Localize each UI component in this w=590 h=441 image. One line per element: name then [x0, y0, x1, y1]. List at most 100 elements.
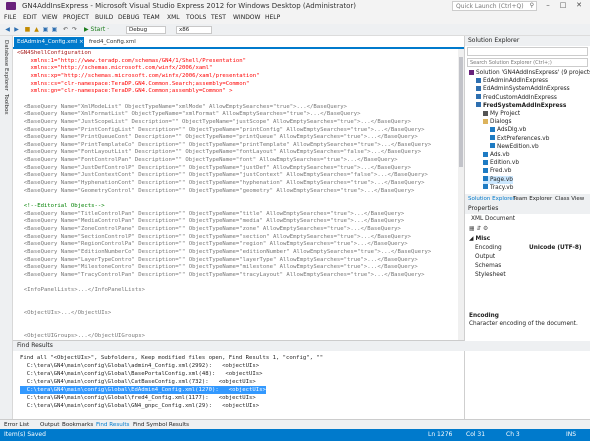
tab-fred4-config[interactable]: fred4_Config.xml [86, 37, 138, 47]
solution-tree-label: Page.vb [490, 176, 513, 183]
quick-launch-placeholder: Quick Launch (Ctrl+Q) [456, 3, 524, 10]
status-char: Ch 3 [506, 431, 520, 438]
code-line[interactable]: <BaseQuery Name="TracyControlPan" Descri… [17, 271, 425, 279]
solution-tree-item[interactable]: Fred.vb [483, 167, 511, 175]
redo-icon[interactable]: ↷ [71, 26, 78, 33]
menu-file[interactable]: FILE [4, 14, 16, 21]
code-line[interactable]: xmlns:gn="clr-namespace:TeraDP.GN4.Commo… [17, 87, 232, 95]
solution-tree-item[interactable]: EdAdminAddInExpress [476, 77, 548, 85]
code-line[interactable]: <ObjectUIs>...</ObjectUIs> [17, 309, 112, 317]
solution-tree-item[interactable]: AdsDlg.vb [490, 126, 526, 134]
menu-project[interactable]: PROJECT [63, 14, 89, 21]
close-button[interactable]: ✕ [572, 1, 586, 10]
vb-file-icon [490, 143, 495, 149]
solution-explorer-toolbar [467, 47, 588, 56]
start-button[interactable]: ▶ Start · [84, 26, 109, 33]
menu-help[interactable]: HELP [265, 14, 280, 21]
vb-file-icon [483, 176, 488, 182]
find-result-line[interactable]: C:\tera\GN4\main\config\Global\admin4_Co… [20, 362, 259, 370]
close-tab-icon[interactable]: × [79, 39, 84, 45]
toolbox-tab[interactable]: Toolbox [3, 94, 9, 115]
visual-studio-logo-icon [6, 2, 16, 10]
solution-explorer-title: Solution Explorer [468, 37, 520, 44]
property-name: Output [475, 254, 496, 260]
save-icon[interactable]: ▣ [42, 26, 49, 33]
tab-team-explorer[interactable]: Team Explorer [513, 194, 552, 204]
solution-tree-label: Edition.vb [490, 160, 520, 167]
forward-icon[interactable]: ▶ [13, 26, 20, 33]
quick-launch-input[interactable]: Quick Launch (Ctrl+Q) ⚲ [452, 1, 537, 11]
find-results-header: Find Results [13, 341, 590, 351]
solution-tree-item[interactable]: Edition.vb [483, 159, 519, 167]
tab-class-view[interactable]: Class View [555, 194, 584, 204]
description-text: Character encoding of the document. [469, 321, 578, 327]
category-misc[interactable]: ◢ Misc [469, 235, 490, 244]
solution-tree-item[interactable]: EdAdminSystemAddInExpress [476, 85, 570, 93]
code-line[interactable]: <InfoPanelLists>...</InfoPanelLists> [17, 286, 145, 294]
tab-label: fred4_Config.xml [89, 39, 136, 45]
solution-tree-item[interactable]: FredCustomAddInExpress [476, 94, 557, 102]
database-explorer-tab[interactable]: Database Explorer [3, 40, 9, 91]
property-name: Schemas [475, 263, 502, 269]
solution-tree-item[interactable]: My Project [483, 110, 520, 118]
menu-view[interactable]: VIEW [42, 14, 58, 21]
solution-tree-label: ExtPreferences.vb [497, 135, 550, 142]
find-result-line[interactable]: Find all "<ObjectUIs>", Subfolders, Keep… [20, 354, 323, 362]
solution-tree-item[interactable]: Solution 'GN4AddInsExpress' (9 projects) [469, 69, 590, 77]
platform-dropdown[interactable]: x86 [176, 26, 212, 34]
open-file-icon[interactable]: ▲ [33, 26, 40, 33]
menu-edit[interactable]: EDIT [23, 14, 37, 21]
category-label: Misc [475, 236, 491, 242]
find-result-line[interactable]: C:\tera\GN4\main\config\Global\GN4_gnpc_… [20, 402, 259, 410]
find-result-line[interactable]: C:\tera\GN4\main\config\Global\BasePorta… [20, 370, 263, 378]
undo-icon[interactable]: ↶ [62, 26, 69, 33]
scrollbar-thumb[interactable] [459, 57, 463, 167]
solution-tree-item[interactable]: FredSystemAddInExpress [476, 102, 566, 110]
solution-tree-label: FredSystemAddInExpress [483, 102, 567, 109]
back-icon[interactable]: ◀ [4, 26, 11, 33]
properties-panel: XML Document ▦ ⇵ ⚙ ◢ Misc Encoding Chara… [465, 214, 590, 340]
find-result-line[interactable]: C:\tera\GN4\main\config\Global\fred4_Con… [20, 394, 256, 402]
bottom-tab-strip: Error List Output Bookmarks Find Results… [0, 419, 590, 429]
find-result-line[interactable]: C:\tera\GN4\main\config\Global\CatBaseCo… [20, 378, 256, 386]
vb-file-icon [490, 126, 495, 132]
find-result-line[interactable]: C:\tera\GN4\main\config\Global\EdAdmin4_… [20, 386, 266, 394]
vb-file-icon [490, 135, 495, 141]
solution-search-input[interactable]: Search Solution Explorer (Ctrl+;) [467, 58, 588, 67]
property-value[interactable]: Unicode (UTF-8) [529, 244, 582, 253]
solution-tree-item[interactable]: Dialogs [483, 118, 511, 126]
solution-tree-item[interactable]: ExtPreferences.vb [490, 135, 549, 143]
folder-icon [483, 118, 488, 124]
solution-explorer-tabs: Solution Explorer Team Explorer Class Vi… [465, 194, 590, 204]
properties-title: Properties [468, 205, 499, 212]
status-mode: INS [566, 431, 577, 438]
solution-tree-item[interactable]: Ads.vb [483, 151, 510, 159]
wrench-icon [483, 110, 488, 116]
solution-tree-item[interactable]: Tracy.vb [483, 184, 513, 192]
solution-tree: Solution 'GN4AddInsExpress' (9 projects)… [465, 69, 590, 194]
configuration-dropdown[interactable]: Debug [126, 26, 166, 34]
menu-team[interactable]: TEAM [143, 14, 160, 21]
project-icon [476, 77, 481, 83]
solution-explorer-header: Solution Explorer [465, 36, 590, 46]
menu-test[interactable]: TEST [211, 14, 226, 21]
vb-file-icon [483, 167, 488, 173]
code-line[interactable]: <BaseQuery Name="GeometryControl" Descri… [17, 187, 415, 195]
menu-xml[interactable]: XML [167, 14, 180, 21]
menu-tools[interactable]: TOOLS [186, 14, 206, 21]
solution-tree-item[interactable]: NewEdition.vb [490, 143, 539, 151]
maximize-button[interactable]: □ [556, 1, 570, 10]
code-area[interactable]: <GN4ShellConfiguration xmlns:1="http://w… [17, 49, 464, 340]
save-all-icon[interactable]: ▣ [51, 26, 58, 33]
project-icon [476, 102, 481, 108]
solution-tree-item[interactable]: Page.vb [483, 175, 513, 184]
menu-build[interactable]: BUILD [95, 14, 113, 21]
menu-window[interactable]: WINDOW [233, 14, 260, 21]
solution-tree-label: EdAdminAddInExpress [483, 78, 549, 85]
tab-solution-explorer[interactable]: Solution Explorer [468, 194, 515, 204]
minimize-button[interactable]: – [541, 1, 555, 10]
tab-edadmin4-config[interactable]: EdAdmin4_Config.xml × [14, 37, 84, 47]
new-project-icon[interactable]: ■ [24, 26, 31, 33]
vb-file-icon [483, 159, 488, 165]
menu-debug[interactable]: DEBUG [118, 14, 140, 21]
